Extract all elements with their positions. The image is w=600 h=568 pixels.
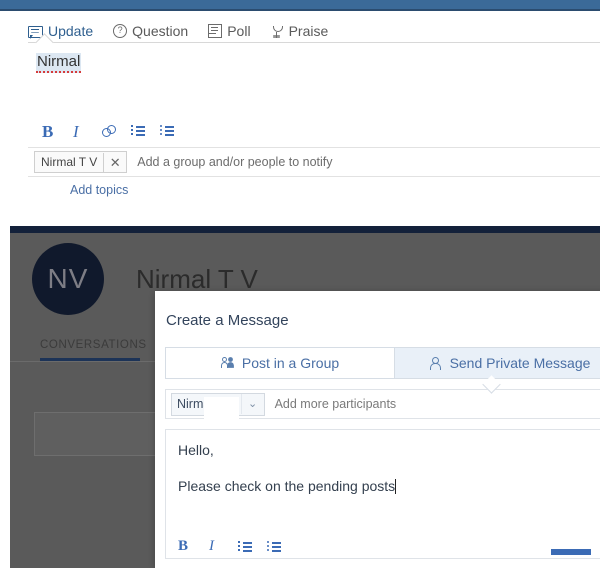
dialog-title: Create a Message [166,312,289,329]
publisher-composer: Update Question Poll Praise Nirmal B [0,11,600,197]
question-mark-icon [113,24,128,38]
profile-page-top-bar [10,226,600,233]
avatar: NV [32,243,104,315]
tab-conversations[interactable]: CONVERSATIONS [40,339,147,351]
app-top-bar [0,0,600,11]
publisher-tab-praise[interactable]: Praise [271,22,329,39]
message-line-2-wrapper: Please check on the pending posts [166,459,397,495]
participants-field[interactable]: Nirmal T V ⌄ Add more participants [165,389,600,423]
publisher-tab-question[interactable]: Question [113,23,188,38]
publisher-tab-list: Update Question Poll Praise [0,11,600,42]
message-body-field[interactable]: Hello, Please check on the pending posts… [165,429,600,559]
group-icon [220,356,235,370]
message-line-2: Please check on the pending posts [178,477,396,494]
publisher-tab-poll-label: Poll [227,22,251,39]
close-icon[interactable]: ✕ [103,152,126,172]
publisher-tab-update-label: Update [48,22,94,39]
dialog-tab-list: Post in a Group Send Private Message [165,347,600,394]
publisher-panel: Nirmal B I Nirmal T V ✕ Add a group and/… [28,33,600,197]
italic-button[interactable]: I [71,123,90,140]
tab-send-private-message-label: Send Private Message [449,355,591,371]
publisher-text-value: Nirmal [36,53,82,73]
add-topics-link[interactable]: Add topics [28,177,128,197]
page-title: Nirmal T V [136,263,258,294]
publisher-notify-row[interactable]: Nirmal T V ✕ Add a group and/or people t… [28,147,600,177]
publisher-tab-question-label: Question [132,22,189,39]
tab-send-private-message[interactable]: Send Private Message [395,347,600,379]
publisher-tab-update[interactable]: Update [28,22,94,39]
tab-post-in-a-group[interactable]: Post in a Group [165,347,395,379]
notify-input-placeholder[interactable]: Add a group and/or people to notify [127,155,332,169]
person-icon [429,356,443,370]
publisher-text-area[interactable]: Nirmal [28,43,600,121]
participants-input-placeholder[interactable]: Add more participants [265,397,397,411]
send-button[interactable] [551,548,591,555]
numbered-list-icon[interactable] [238,539,255,555]
bold-button[interactable]: B [178,539,195,555]
publisher-tab-poll[interactable]: Poll [208,22,251,39]
notify-chip-label: Nirmal T V [41,155,98,169]
trophy-icon [271,25,284,38]
bold-button[interactable]: B [42,123,59,140]
tooltip-pointer-overlap [204,397,239,423]
profile-tab-list: CONVERSATIONS [40,339,147,362]
chevron-down-icon[interactable]: ⌄ [240,394,264,414]
dialog-toolbar-right [551,547,600,556]
notify-chip[interactable]: Nirmal T V ✕ [34,151,128,173]
numbered-list-icon[interactable] [131,123,148,139]
link-icon[interactable] [102,123,119,139]
text-cursor [395,478,397,494]
italic-button[interactable]: I [207,539,226,555]
bulleted-list-icon[interactable] [267,539,284,555]
tab-post-in-a-group-label: Post in a Group [241,355,340,371]
dialog-format-toolbar: B I [166,536,600,558]
publisher-format-toolbar: B I [28,121,600,147]
poll-bars-icon [208,24,223,38]
create-message-dialog: Create a Message Post in a Group Send Pr… [155,291,600,568]
message-line-1: Hello, [178,442,214,458]
bulleted-list-icon[interactable] [160,123,177,139]
publisher-tab-praise-label: Praise [288,22,329,39]
